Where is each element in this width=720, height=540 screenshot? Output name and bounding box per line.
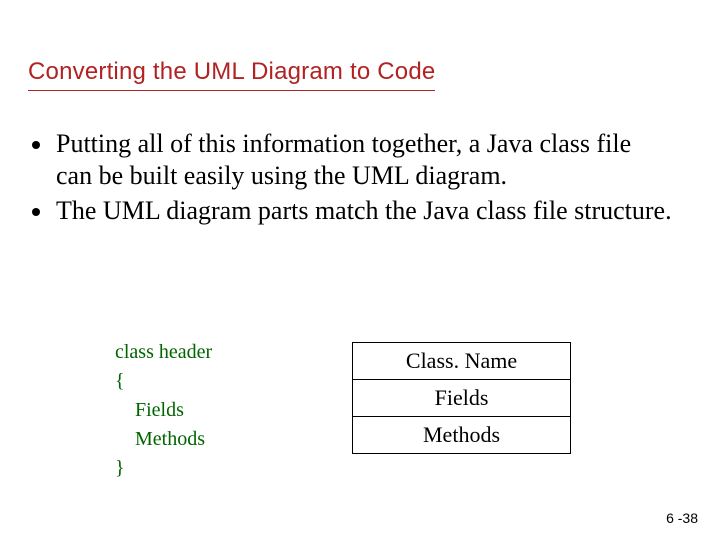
slide-number: 6 -38 bbox=[666, 510, 698, 526]
code-line-open-brace: { bbox=[115, 367, 212, 396]
bullet-list: Putting all of this information together… bbox=[32, 128, 672, 231]
bullet-item: The UML diagram parts match the Java cla… bbox=[54, 195, 672, 227]
uml-diagram: Class. Name Fields Methods bbox=[352, 342, 571, 454]
uml-methods-cell: Methods bbox=[353, 417, 571, 454]
code-line-header: class header bbox=[115, 338, 212, 367]
bullet-item: Putting all of this information together… bbox=[54, 128, 672, 191]
uml-fields-cell: Fields bbox=[353, 380, 571, 417]
code-line-close-brace: } bbox=[115, 454, 212, 483]
code-line-methods: Methods bbox=[135, 425, 212, 454]
code-line-fields: Fields bbox=[135, 396, 212, 425]
code-structure: class header { Fields Methods } bbox=[115, 338, 212, 483]
slide-title: Converting the UML Diagram to Code bbox=[28, 58, 435, 91]
uml-classname-cell: Class. Name bbox=[353, 343, 571, 380]
slide: Converting the UML Diagram to Code Putti… bbox=[0, 0, 720, 540]
